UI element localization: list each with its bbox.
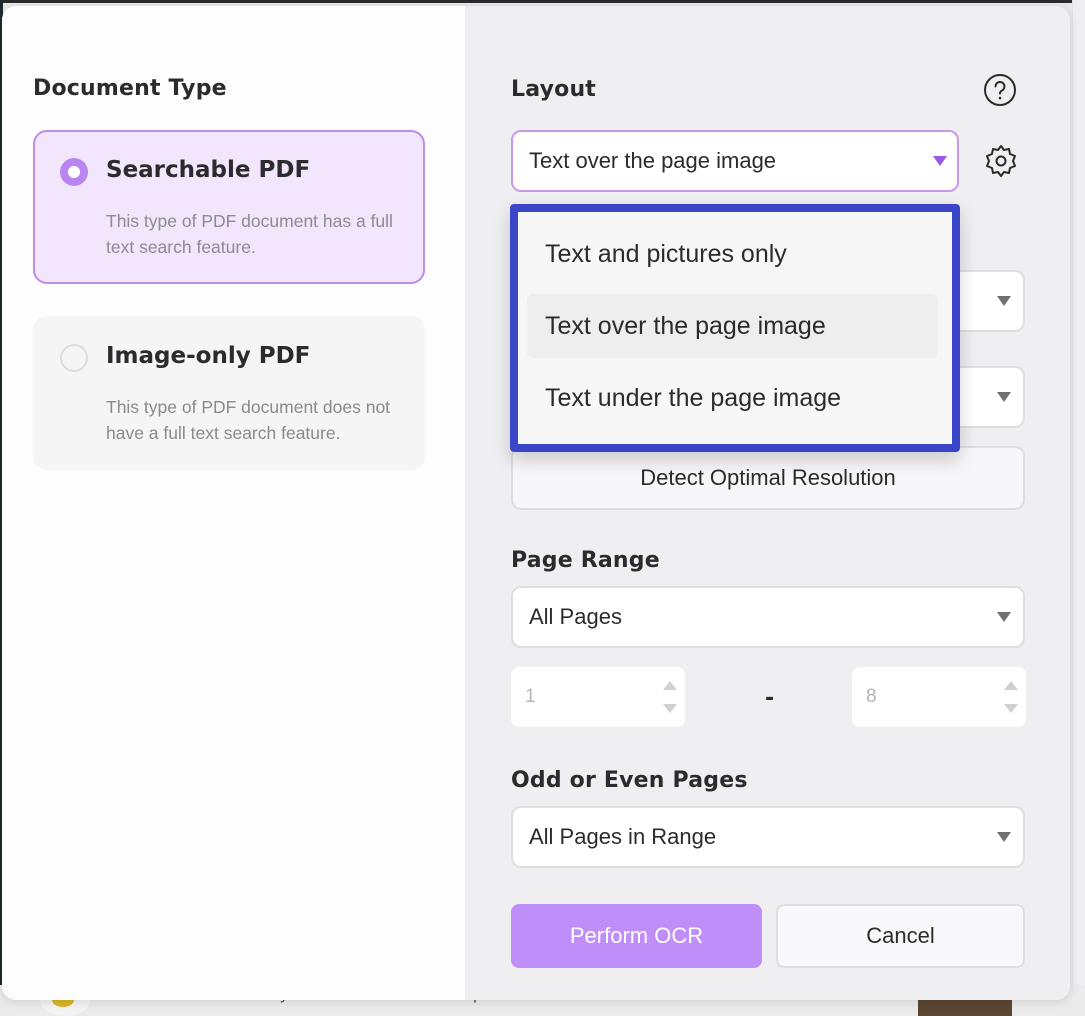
background-top-bar [0, 0, 1085, 3]
background-right-column [1072, 0, 1085, 1016]
page-to-value: 8 [866, 686, 877, 707]
odd-even-title: Odd or Even Pages [511, 768, 748, 793]
document-type-pane: Document Type Searchable PDF This type o… [2, 6, 465, 1000]
ocr-dialog: Document Type Searchable PDF This type o… [2, 6, 1070, 1000]
chevron-down-icon [933, 156, 947, 166]
page-from-stepper[interactable]: 1 [511, 667, 685, 727]
option-description: This type of PDF document does not have … [106, 397, 391, 443]
layout-option-text-under-image[interactable]: Text under the page image [527, 366, 938, 430]
help-button[interactable] [982, 72, 1018, 108]
option-description: This type of PDF document has a full tex… [106, 211, 393, 257]
layout-settings-button[interactable] [983, 143, 1019, 179]
image-only-pdf-option[interactable]: Image-only PDF This type of PDF document… [33, 316, 425, 470]
page-from-value: 1 [525, 686, 536, 707]
layout-title: Layout [511, 77, 597, 102]
chevron-down-icon [997, 392, 1011, 402]
increment-arrow-icon[interactable] [663, 681, 677, 690]
layout-select-value: Text over the page image [529, 148, 777, 173]
perform-ocr-button[interactable]: Perform OCR [511, 904, 762, 968]
decrement-arrow-icon[interactable] [1004, 704, 1018, 713]
odd-even-select[interactable]: All Pages in Range [511, 806, 1025, 868]
radio-unselected-icon[interactable] [60, 344, 88, 372]
layout-select[interactable]: Text over the page image [511, 130, 959, 192]
decrement-arrow-icon[interactable] [663, 704, 677, 713]
page-range-select[interactable]: All Pages [511, 586, 1025, 648]
detect-optimal-resolution-button[interactable]: Detect Optimal Resolution [511, 446, 1025, 510]
chevron-down-icon [997, 832, 1011, 842]
background-wood-image [918, 998, 1012, 1016]
cancel-button[interactable]: Cancel [776, 904, 1025, 968]
document-type-title: Document Type [33, 76, 227, 101]
searchable-pdf-option[interactable]: Searchable PDF This type of PDF document… [33, 130, 425, 284]
increment-arrow-icon[interactable] [1004, 681, 1018, 690]
layout-option-text-over-image[interactable]: Text over the page image [527, 294, 938, 358]
help-circle-icon [984, 74, 1016, 106]
chevron-down-icon [997, 296, 1011, 306]
radio-selected-icon[interactable] [60, 158, 88, 186]
layout-option-text-and-pictures[interactable]: Text and pictures only [527, 222, 938, 286]
layout-dropdown-menu: Text and pictures only Text over the pag… [510, 204, 960, 452]
range-separator: - [765, 686, 775, 711]
option-title: Image-only PDF [106, 343, 311, 369]
page-to-stepper[interactable]: 8 [852, 667, 1026, 727]
settings-pane: Layout Text over the page image Detect O… [465, 6, 1070, 1000]
chevron-down-icon [997, 612, 1011, 622]
odd-even-select-value: All Pages in Range [529, 824, 717, 849]
gear-icon [986, 145, 1016, 177]
page-range-title: Page Range [511, 548, 660, 573]
page-range-select-value: All Pages [529, 604, 622, 629]
option-title: Searchable PDF [106, 157, 311, 183]
